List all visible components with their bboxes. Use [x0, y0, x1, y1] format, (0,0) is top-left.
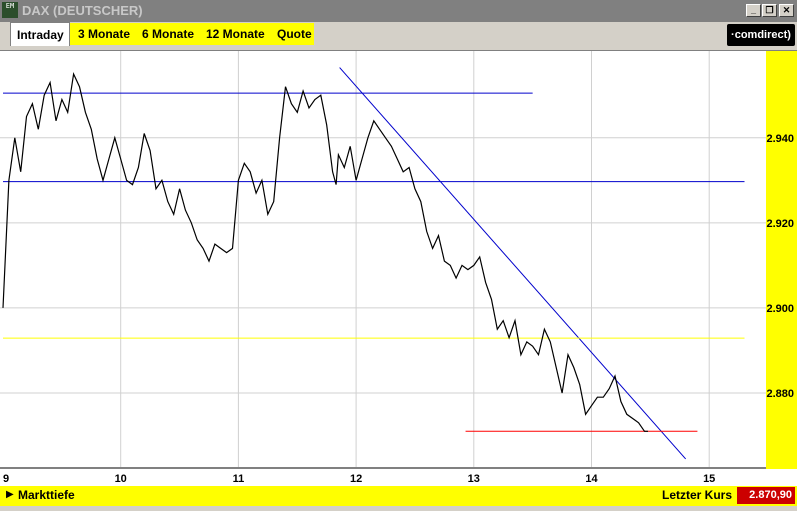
window-title: DAX (DEUTSCHER) [22, 3, 143, 18]
price-series-line [2, 71, 648, 432]
last-price-value: 2.870,90 [737, 487, 795, 504]
minimize-button[interactable]: _ [746, 4, 761, 17]
status-bar: ▶ Markttiefe Letzter Kurs 2.870,90 [0, 486, 797, 506]
y-tick-label: 2.940 [766, 133, 794, 145]
y-axis-band [766, 51, 797, 469]
x-tick-label: 15 [703, 473, 715, 485]
trend-line [339, 67, 687, 460]
tab-3-monate[interactable]: 3 Monate [78, 23, 130, 45]
restore-button[interactable]: ❐ [762, 4, 777, 17]
x-tick-label: 11 [233, 473, 245, 485]
app-icon: EM [2, 2, 18, 18]
chart-area: 9 10 11 12 13 14 15 2.940 2.920 2.900 2.880 [0, 50, 797, 487]
x-tick-label: 14 [585, 473, 598, 485]
y-tick-label: 2.900 [766, 303, 794, 315]
x-tick-label: 13 [468, 473, 480, 485]
y-tick-label: 2.920 [766, 218, 794, 230]
tab-quote[interactable]: Quote [277, 23, 312, 45]
tab-12-monate[interactable]: 12 Monate [206, 23, 265, 45]
triangle-right-icon[interactable]: ▶ [6, 489, 14, 500]
x-tick-label: 12 [350, 473, 362, 485]
price-chart: 9 10 11 12 13 14 15 2.940 2.920 2.900 2.880 [0, 51, 797, 487]
x-tick-label: 10 [115, 473, 127, 485]
y-tick-label: 2.880 [766, 388, 794, 400]
title-bar: EM DAX (DEUTSCHER) _ ❐ ✕ [0, 0, 797, 22]
x-axis-line [0, 467, 766, 469]
markttiefe-link[interactable]: Markttiefe [18, 488, 75, 502]
tab-6-monate[interactable]: 6 Monate [142, 23, 194, 45]
comdirect-logo: ·comdirect) [727, 24, 795, 46]
x-tick-label: 9 [3, 473, 9, 485]
last-price-label: Letzter Kurs [662, 488, 733, 502]
close-button[interactable]: ✕ [779, 4, 794, 17]
tab-intraday[interactable]: Intraday [10, 22, 70, 46]
